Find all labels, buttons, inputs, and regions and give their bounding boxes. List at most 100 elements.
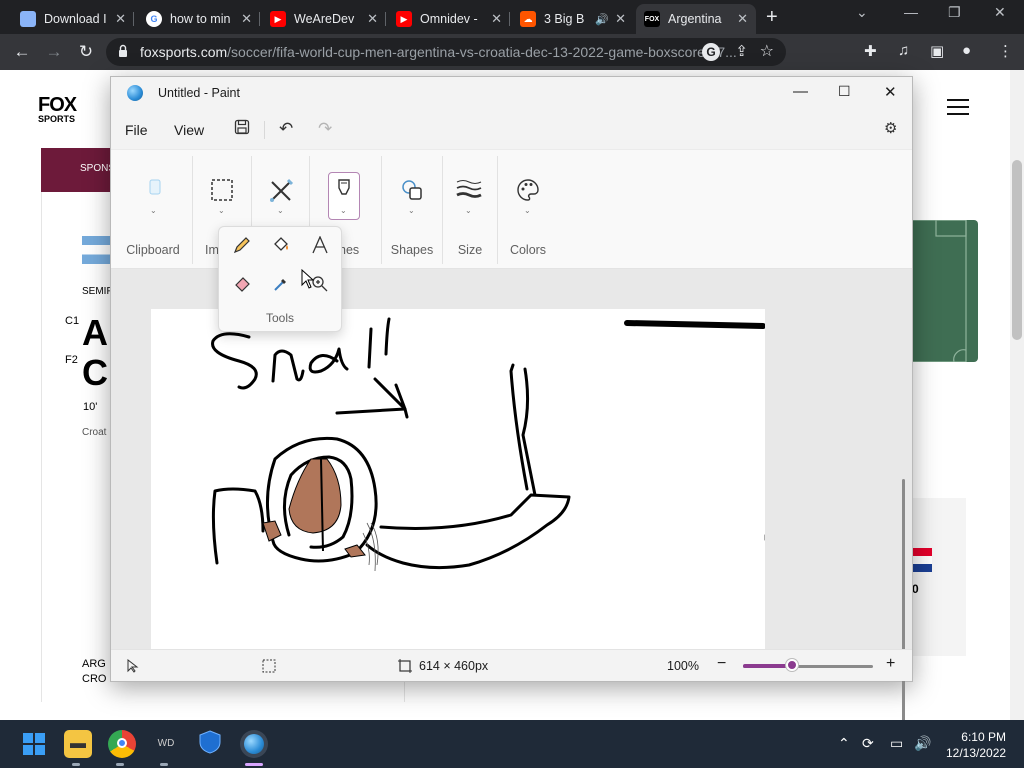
tab-wearedev[interactable]: ▶ WeAreDev ✕ (262, 4, 386, 34)
chevron-down-icon[interactable]: ⌄ (218, 206, 225, 215)
close-tab-icon[interactable]: ✕ (115, 11, 126, 27)
zoom-slider-thumb[interactable] (786, 659, 799, 671)
undo-icon[interactable]: ↶ (279, 119, 293, 139)
view-menu[interactable]: View (174, 122, 204, 138)
size-group[interactable]: ⌄ Size (444, 150, 496, 270)
tab-download[interactable]: Download I ✕ (12, 4, 134, 34)
color-picker-icon[interactable] (266, 272, 296, 302)
zoom-level[interactable]: 100% (667, 659, 699, 673)
soccer-field-graphic (909, 219, 978, 363)
brushes-label: hes (339, 243, 360, 257)
paint-titlebar[interactable]: Untitled - Paint — ☐ ✕ (111, 77, 912, 109)
close-tab-icon[interactable]: ✕ (491, 11, 502, 27)
paint-status-bar: 614 × 460px 100% − + (111, 649, 912, 681)
maximize-icon[interactable]: ☐ (838, 83, 851, 100)
tab-search-icon[interactable]: ⌄ (856, 4, 868, 21)
chrome-taskbar-icon[interactable] (108, 730, 136, 758)
back-arrow-icon[interactable]: ← (11, 41, 33, 63)
address-bar[interactable]: foxsports.com/soccer/fifa-world-cup-men-… (106, 38, 786, 66)
zoom-out-icon[interactable]: − (717, 655, 726, 673)
security-shield-icon[interactable] (196, 730, 224, 758)
close-tab-icon[interactable]: ✕ (737, 11, 748, 27)
zoom-in-icon[interactable]: + (886, 655, 895, 673)
zoom-slider-fill (743, 664, 793, 668)
foxsports-favicon-icon: FOX (644, 11, 660, 27)
tools-flyout: Tools (218, 226, 342, 332)
file-menu[interactable]: File (125, 122, 148, 138)
browser-tab-bar: Download I ✕ G how to min ✕ ▶ WeAreDev ✕… (0, 0, 1024, 34)
brushes-selected-button[interactable]: ⌄ (328, 172, 360, 220)
chevron-down-icon[interactable]: ⌄ (277, 206, 284, 215)
page-scrollbar-thumb[interactable] (1012, 160, 1022, 340)
new-tab-button[interactable]: + (766, 6, 778, 29)
chevron-down-icon[interactable]: ⌄ (465, 206, 472, 215)
round-label: SEMIF (82, 286, 113, 297)
selection-icon[interactable] (210, 178, 234, 208)
chevron-down-icon[interactable]: ⌄ (408, 206, 415, 215)
clipboard-group[interactable]: ⌄ Clipboard (117, 150, 189, 270)
clipboard-icon[interactable] (149, 178, 161, 201)
bookmark-star-icon[interactable]: ☆ (760, 41, 774, 61)
extensions-puzzle-icon[interactable]: ✚ (864, 42, 877, 60)
shapes-icon[interactable] (400, 178, 424, 208)
canvas-scrollbar[interactable] (902, 479, 905, 723)
fill-bucket-icon[interactable] (266, 233, 296, 263)
eraser-icon[interactable] (227, 272, 257, 302)
tab-argentina[interactable]: FOX Argentina ✕ (636, 4, 756, 34)
google-favicon-icon: G (146, 11, 162, 27)
paint-taskbar-icon[interactable] (240, 730, 268, 758)
chevron-down-icon[interactable]: ⌄ (150, 206, 157, 215)
share-icon[interactable]: ⇪ (735, 42, 748, 60)
close-icon[interactable]: ✕ (884, 83, 897, 101)
start-button-icon[interactable] (20, 730, 48, 758)
tab-omnidev[interactable]: ▶ Omnidev - ✕ (388, 4, 510, 34)
image-favicon-icon (20, 11, 36, 27)
show-hidden-icons-icon[interactable]: ⌃ (838, 735, 850, 752)
paint-window: Untitled - Paint — ☐ ✕ File View ↶ ↷ ⚙ ⌄… (110, 76, 913, 723)
save-icon[interactable] (234, 119, 250, 140)
colors-group[interactable]: ⌄ Colors (499, 150, 557, 270)
minimize-icon[interactable]: — (904, 4, 918, 20)
restore-icon[interactable]: ❐ (948, 4, 961, 21)
redo-icon[interactable]: ↷ (318, 119, 332, 139)
brush-size-icon[interactable] (456, 178, 482, 206)
lock-icon[interactable] (118, 44, 128, 58)
canvas-size-text: 614 × 460px (419, 659, 489, 673)
color-palette-icon[interactable] (516, 178, 540, 208)
chrome-menu-icon[interactable]: ⋮ (998, 42, 1013, 60)
team-name-label: Croat (82, 427, 107, 438)
foxsports-logo[interactable]: FOX SPORTS (38, 95, 77, 124)
close-tab-icon[interactable]: ✕ (367, 11, 378, 27)
shapes-group[interactable]: ⌄ Shapes (383, 150, 441, 270)
google-lens-icon[interactable]: G (702, 43, 720, 61)
account-settings-icon[interactable]: ⚙ (884, 119, 897, 137)
network-icon[interactable]: ▭ (890, 735, 903, 752)
text-tool-icon[interactable] (305, 233, 335, 263)
croatia-flag-icon (912, 548, 932, 572)
windows-taskbar: ▬ WD ⌃ ⟳ ▭ 🔊 6:10 PM 12/13/2022 (0, 720, 1024, 768)
browser-toolbar: ← → ↻ foxsports.com/soccer/fifa-world-cu… (0, 34, 1024, 70)
sync-icon[interactable]: ⟳ (862, 735, 874, 752)
pencil-icon[interactable] (227, 233, 257, 263)
app-taskbar-icon[interactable]: WD (152, 730, 180, 758)
audio-playing-icon[interactable]: 🔊 (595, 13, 609, 26)
close-window-icon[interactable]: ✕ (994, 4, 1006, 21)
close-tab-icon[interactable]: ✕ (615, 11, 626, 27)
cursor-position-icon (127, 658, 139, 676)
minimize-icon[interactable]: — (793, 83, 808, 100)
media-control-icon[interactable]: ♫ (898, 42, 909, 59)
volume-icon[interactable]: 🔊 (914, 735, 931, 752)
tab-how-to[interactable]: G how to min ✕ (138, 4, 260, 34)
reload-icon[interactable]: ↻ (75, 41, 97, 63)
chevron-down-icon[interactable]: ⌄ (524, 206, 531, 215)
tab-3-big[interactable]: ☁ 3 Big B 🔊 ✕ (512, 4, 634, 34)
hamburger-menu-icon[interactable] (947, 99, 969, 115)
profile-avatar-icon[interactable]: ● (962, 42, 971, 59)
side-panel-icon[interactable]: ▣ (930, 42, 944, 60)
taskbar-clock[interactable]: 6:10 PM 12/13/2022 (946, 729, 1006, 761)
size-label: Size (457, 243, 483, 257)
close-tab-icon[interactable]: ✕ (241, 11, 252, 27)
file-explorer-icon[interactable]: ▬ (64, 730, 92, 758)
drawing-canvas[interactable] (151, 309, 771, 649)
forward-arrow-icon[interactable]: → (43, 41, 65, 63)
